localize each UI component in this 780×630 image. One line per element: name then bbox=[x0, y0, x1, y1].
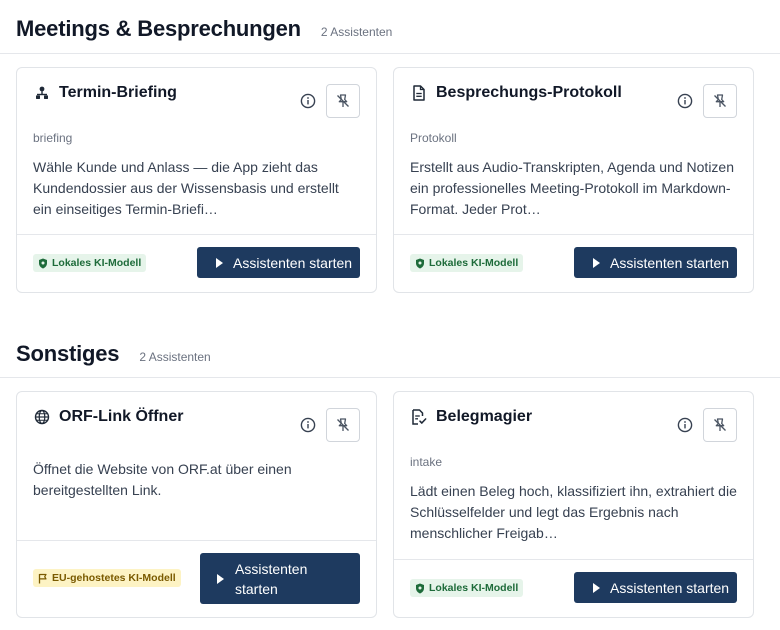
play-icon bbox=[593, 582, 600, 593]
local-model-badge: Lokales KI-Modell bbox=[410, 579, 524, 597]
assistant-card-belegmagier: Belegmagier intake Lädt einen Beleg hoch… bbox=[393, 391, 754, 618]
badge-label: Lokales KI-Modell bbox=[429, 582, 519, 594]
pin-off-icon bbox=[714, 418, 726, 431]
assistant-card-termin-briefing: Termin-Briefing briefing Wähle Kunde und… bbox=[16, 67, 377, 293]
card-title-row: ORF-Link Öffner bbox=[33, 408, 183, 426]
globe-icon bbox=[33, 408, 51, 426]
start-button-label: Assistenten starten bbox=[235, 559, 307, 599]
section-title: Sonstiges bbox=[16, 341, 120, 366]
card-description: Wähle Kunde und Anlass — die App zieht d… bbox=[33, 159, 339, 217]
card-description: Lädt einen Beleg hoch, klassifiziert ihn… bbox=[410, 483, 737, 541]
section-header-meetings: Meetings & Besprechungen 2 Assistenten bbox=[16, 16, 392, 42]
start-assistant-button[interactable]: Assistenten starten bbox=[197, 247, 360, 278]
assistant-card-orf-link-oeffner: ORF-Link Öffner Öffnet die Website von O… bbox=[16, 391, 377, 618]
card-description: Öffnet die Website von ORF.at über einen… bbox=[33, 461, 292, 498]
info-icon[interactable] bbox=[677, 417, 693, 433]
flag-icon bbox=[38, 573, 47, 583]
card-title-row: Termin-Briefing bbox=[33, 84, 177, 102]
section-divider bbox=[0, 53, 780, 54]
info-icon[interactable] bbox=[677, 93, 693, 109]
card-title: Besprechungs-Protokoll bbox=[436, 84, 622, 101]
section-count: 2 Assistenten bbox=[320, 25, 393, 39]
section-header-sonstiges: Sonstiges 2 Assistenten bbox=[16, 341, 211, 367]
pin-button[interactable] bbox=[326, 408, 360, 442]
card-title: ORF-Link Öffner bbox=[59, 408, 184, 425]
start-button-label: Assistenten starten bbox=[610, 579, 730, 596]
play-icon bbox=[217, 573, 224, 584]
card-footer: Lokales KI-Modell Assistenten starten bbox=[394, 234, 753, 292]
card-title: Termin-Briefing bbox=[59, 84, 177, 101]
info-icon[interactable] bbox=[300, 417, 316, 433]
shield-icon bbox=[416, 583, 424, 593]
shield-icon bbox=[416, 258, 424, 268]
pin-off-icon bbox=[714, 94, 726, 107]
card-footer: Lokales KI-Modell Assistenten starten bbox=[394, 559, 753, 617]
section-divider bbox=[0, 377, 780, 378]
document-icon bbox=[410, 84, 428, 102]
pin-off-icon bbox=[337, 418, 349, 431]
section-title: Meetings & Besprechungen bbox=[16, 16, 301, 41]
receipt-icon bbox=[410, 408, 428, 426]
start-button-label-line1: Assistenten bbox=[235, 560, 308, 577]
pin-button[interactable] bbox=[703, 408, 737, 442]
assistant-card-besprechungs-protokoll: Besprechungs-Protokoll Protokoll Erstell… bbox=[393, 67, 754, 293]
card-slug: Protokoll bbox=[410, 131, 457, 145]
section-count: 2 Assistenten bbox=[139, 350, 211, 364]
card-title-row: Belegmagier bbox=[410, 408, 532, 426]
eu-model-badge: EU-gehostetes KI-Modell bbox=[33, 569, 181, 587]
play-icon bbox=[216, 257, 223, 268]
local-model-badge: Lokales KI-Modell bbox=[410, 254, 524, 272]
local-model-badge: Lokales KI-Modell bbox=[33, 254, 147, 272]
info-icon[interactable] bbox=[300, 93, 316, 109]
start-assistant-button[interactable]: Assistenten starten bbox=[574, 572, 737, 603]
shield-icon bbox=[39, 258, 47, 268]
card-description: Erstellt aus Audio-Transkripten, Agenda … bbox=[410, 159, 735, 217]
card-title-row: Besprechungs-Protokoll bbox=[410, 84, 622, 102]
pin-off-icon bbox=[337, 94, 349, 107]
card-footer: EU-gehostetes KI-Modell Assistenten star… bbox=[17, 540, 376, 617]
start-assistant-button[interactable]: Assistenten starten bbox=[200, 553, 360, 604]
badge-label: Lokales KI-Modell bbox=[429, 257, 519, 269]
badge-label: Lokales KI-Modell bbox=[52, 257, 142, 269]
card-footer: Lokales KI-Modell Assistenten starten bbox=[17, 234, 376, 292]
card-slug: intake bbox=[410, 455, 443, 469]
start-button-label: Assistenten starten bbox=[610, 254, 730, 271]
pin-button[interactable] bbox=[703, 84, 737, 118]
badge-label: EU-gehostetes KI-Modell bbox=[52, 572, 176, 584]
card-slug: briefing bbox=[33, 131, 73, 145]
start-assistant-button[interactable]: Assistenten starten bbox=[574, 247, 737, 278]
pin-button[interactable] bbox=[326, 84, 360, 118]
start-button-label: Assistenten starten bbox=[233, 254, 353, 271]
person-hierarchy-icon bbox=[33, 84, 51, 102]
start-button-label-line2: starten bbox=[235, 580, 278, 597]
play-icon bbox=[593, 257, 600, 268]
card-title: Belegmagier bbox=[436, 408, 533, 425]
